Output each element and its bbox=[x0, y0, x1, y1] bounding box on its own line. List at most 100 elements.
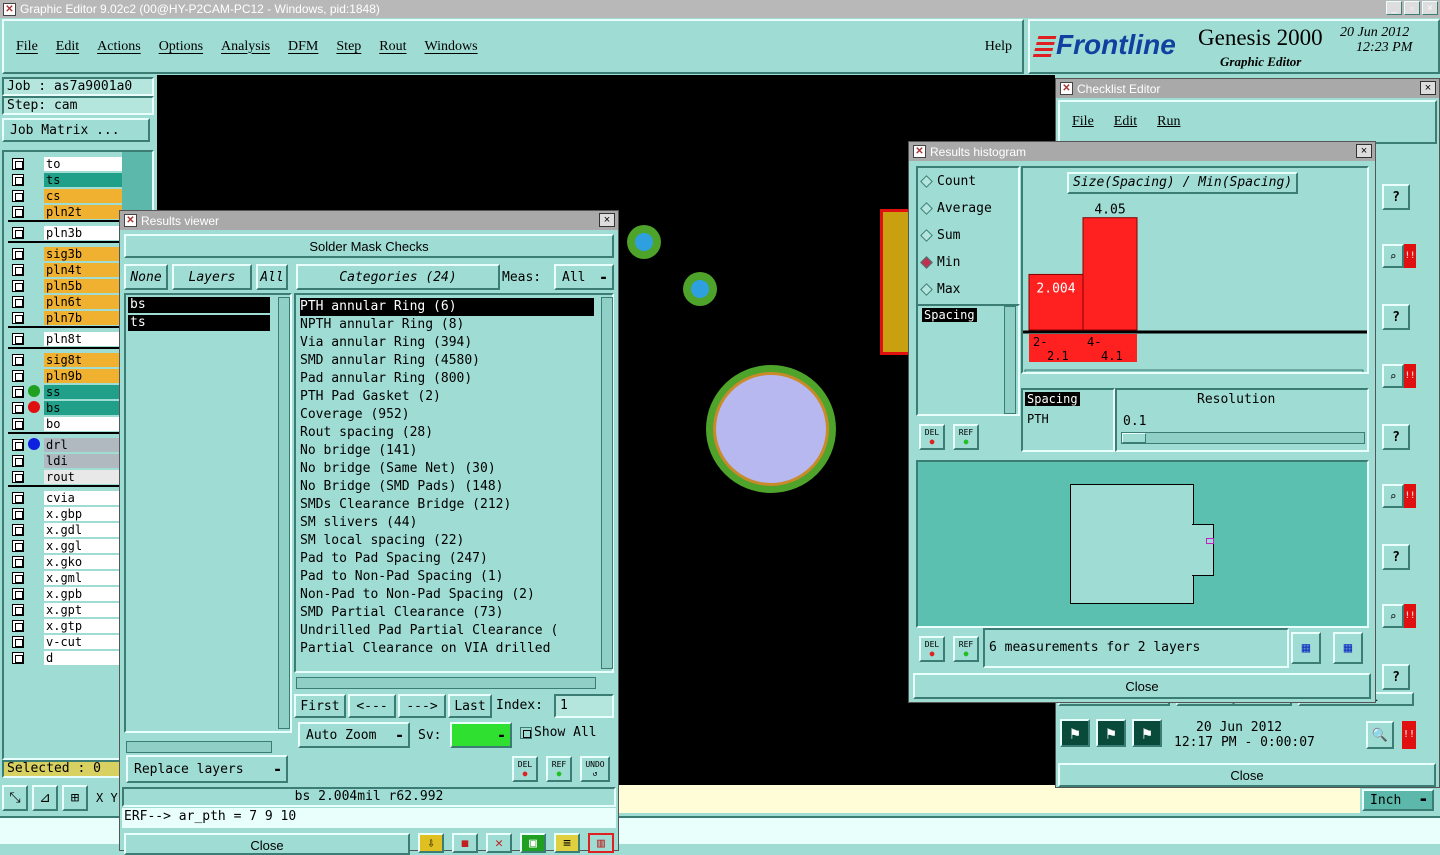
viewer-close-button[interactable]: Close bbox=[124, 833, 410, 855]
layer-name[interactable]: pln3b bbox=[44, 225, 122, 240]
category-item[interactable]: SMD annular Ring (4580) bbox=[300, 352, 612, 370]
checklist-close-icon[interactable]: × bbox=[1420, 81, 1436, 95]
spacing-list[interactable]: Spacing bbox=[916, 304, 1020, 416]
resolution-list[interactable]: Spacing PTH bbox=[1021, 388, 1115, 452]
layer-name[interactable]: bo bbox=[44, 416, 122, 431]
tool-icon-1[interactable]: ⇩ bbox=[418, 833, 444, 853]
layer-name[interactable]: x.gpb bbox=[44, 586, 122, 601]
viewer-layer-item[interactable]: bs bbox=[128, 297, 270, 313]
layer-name[interactable]: rout bbox=[44, 469, 122, 484]
layer-checkbox[interactable] bbox=[12, 279, 24, 292]
first-button[interactable]: First bbox=[294, 694, 346, 718]
prev-button[interactable]: <--- bbox=[348, 694, 396, 718]
category-item[interactable]: Pad to Non-Pad Spacing (1) bbox=[300, 568, 612, 586]
layer-name[interactable]: cs bbox=[44, 188, 122, 203]
layer-row-x-gml[interactable]: x.gml bbox=[12, 570, 122, 585]
spacing-list-item[interactable]: Spacing bbox=[922, 308, 977, 322]
layer-checkbox[interactable] bbox=[12, 438, 24, 451]
layer-row-pln7b[interactable]: pln7b bbox=[12, 310, 122, 325]
layer-checkbox[interactable] bbox=[12, 587, 24, 600]
category-item[interactable]: Coverage (952) bbox=[300, 406, 612, 424]
last-button[interactable]: Last bbox=[448, 694, 492, 718]
histogram-scrollbar[interactable] bbox=[1024, 369, 1364, 372]
tool-icon-2[interactable]: ◼ bbox=[452, 833, 478, 853]
menu-dfm[interactable]: DFM bbox=[288, 39, 318, 55]
checklist-close-button[interactable]: Close bbox=[1058, 763, 1436, 787]
index-input[interactable]: 1 bbox=[554, 694, 614, 718]
graph-icon-1[interactable]: ▦ bbox=[1291, 632, 1321, 664]
menu-file[interactable]: File bbox=[16, 39, 38, 55]
zoom-fit-icon[interactable]: ⤡ bbox=[2, 785, 28, 811]
layer-name[interactable]: pln6t bbox=[44, 294, 122, 309]
category-item[interactable]: Undrilled Pad Partial Clearance ( bbox=[300, 622, 612, 640]
radio-diamond-icon[interactable] bbox=[920, 202, 933, 215]
layer-checkbox[interactable] bbox=[12, 226, 24, 239]
category-item[interactable]: SMD Partial Clearance (73) bbox=[300, 604, 612, 622]
category-item[interactable]: PTH Pad Gasket (2) bbox=[300, 388, 612, 406]
units-select[interactable]: Inch ▬ bbox=[1362, 789, 1434, 811]
layer-row-bo[interactable]: bo bbox=[12, 416, 122, 431]
histogram-close-icon[interactable]: × bbox=[1356, 144, 1372, 158]
layer-name[interactable]: sig8t bbox=[44, 352, 122, 367]
grid-icon[interactable]: ⊞ bbox=[62, 785, 88, 811]
help-icon[interactable]: ? bbox=[1382, 424, 1410, 450]
all-button[interactable]: All bbox=[256, 264, 288, 290]
layer-checkbox[interactable] bbox=[12, 571, 24, 584]
layer-checkbox[interactable] bbox=[12, 263, 24, 276]
layer-row-pln9b[interactable]: pln9b bbox=[12, 368, 122, 383]
radio-diamond-icon[interactable] bbox=[920, 283, 933, 296]
category-item[interactable]: Non-Pad to Non-Pad Spacing (2) bbox=[300, 586, 612, 604]
layer-row-cs[interactable]: cs bbox=[12, 188, 122, 203]
stat-option-count[interactable]: Count bbox=[920, 174, 976, 189]
checklist-menu-run[interactable]: Run bbox=[1157, 114, 1180, 130]
layer-name[interactable]: x.gpt bbox=[44, 602, 122, 617]
layer-row-rout[interactable]: rout bbox=[12, 469, 122, 484]
layer-checkbox[interactable] bbox=[12, 539, 24, 552]
run-icon-2[interactable]: ⚑ bbox=[1096, 719, 1126, 747]
histogram-close-button[interactable]: Close bbox=[913, 673, 1371, 699]
layer-name[interactable]: cvia bbox=[44, 490, 122, 505]
layer-row-x-ggl[interactable]: x.ggl bbox=[12, 538, 122, 553]
category-item[interactable]: SM slivers (44) bbox=[300, 514, 612, 532]
layer-name[interactable]: d bbox=[44, 650, 122, 665]
category-item[interactable]: Pad annular Ring (800) bbox=[300, 370, 612, 388]
layer-checkbox[interactable] bbox=[12, 189, 24, 202]
layer-checkbox[interactable] bbox=[12, 619, 24, 632]
layer-name[interactable]: pln9b bbox=[44, 368, 122, 383]
layer-checkbox[interactable] bbox=[12, 369, 24, 382]
layer-checkbox[interactable] bbox=[12, 470, 24, 483]
layer-row-pln4t[interactable]: pln4t bbox=[12, 262, 122, 277]
layer-name[interactable]: pln8t bbox=[44, 331, 122, 346]
stat-option-average[interactable]: Average bbox=[920, 201, 992, 216]
category-item[interactable]: PTH annular Ring (6) bbox=[300, 298, 594, 316]
layer-checkbox[interactable] bbox=[12, 332, 24, 345]
layer-name[interactable]: sig3b bbox=[44, 246, 122, 261]
layer-checkbox[interactable] bbox=[12, 507, 24, 520]
layer-checkbox[interactable] bbox=[12, 353, 24, 366]
help-icon[interactable]: ? bbox=[1382, 304, 1410, 330]
categories-list[interactable]: PTH annular Ring (6) NPTH annular Ring (8… bbox=[294, 293, 614, 673]
radio-diamond-icon[interactable] bbox=[920, 256, 933, 269]
layer-name[interactable]: x.gml bbox=[44, 570, 122, 585]
layer-name[interactable]: ldi bbox=[44, 453, 122, 468]
radio-diamond-icon[interactable] bbox=[920, 229, 933, 242]
menu-edit[interactable]: Edit bbox=[56, 39, 79, 55]
layer-row-x-gpb[interactable]: x.gpb bbox=[12, 586, 122, 601]
stat-option-min[interactable]: Min bbox=[920, 255, 960, 270]
layer-name[interactable]: x.gdl bbox=[44, 522, 122, 537]
layers-button[interactable]: Layers bbox=[172, 264, 252, 290]
layer-name[interactable]: pln2t bbox=[44, 204, 122, 219]
layer-name[interactable]: pln7b bbox=[44, 310, 122, 325]
menu-analysis[interactable]: Analysis bbox=[221, 39, 270, 55]
layer-row-pln3b[interactable]: pln3b bbox=[12, 225, 122, 240]
checklist-zoom-icon[interactable]: 🔍 bbox=[1366, 721, 1394, 749]
layer-row-drl[interactable]: drl bbox=[12, 437, 122, 452]
meas-select[interactable]: All ▬ bbox=[554, 264, 614, 290]
graph-icon-2[interactable]: ▦ bbox=[1333, 632, 1363, 664]
viewer-del-button[interactable]: DEL ● bbox=[512, 756, 538, 782]
viewer-close-icon[interactable]: × bbox=[599, 213, 615, 227]
layer-checkbox[interactable] bbox=[12, 555, 24, 568]
layer-name[interactable]: x.gbp bbox=[44, 506, 122, 521]
job-matrix-button[interactable]: Job Matrix ... bbox=[2, 118, 150, 142]
maximize-button[interactable]: ▫ bbox=[1404, 1, 1420, 15]
